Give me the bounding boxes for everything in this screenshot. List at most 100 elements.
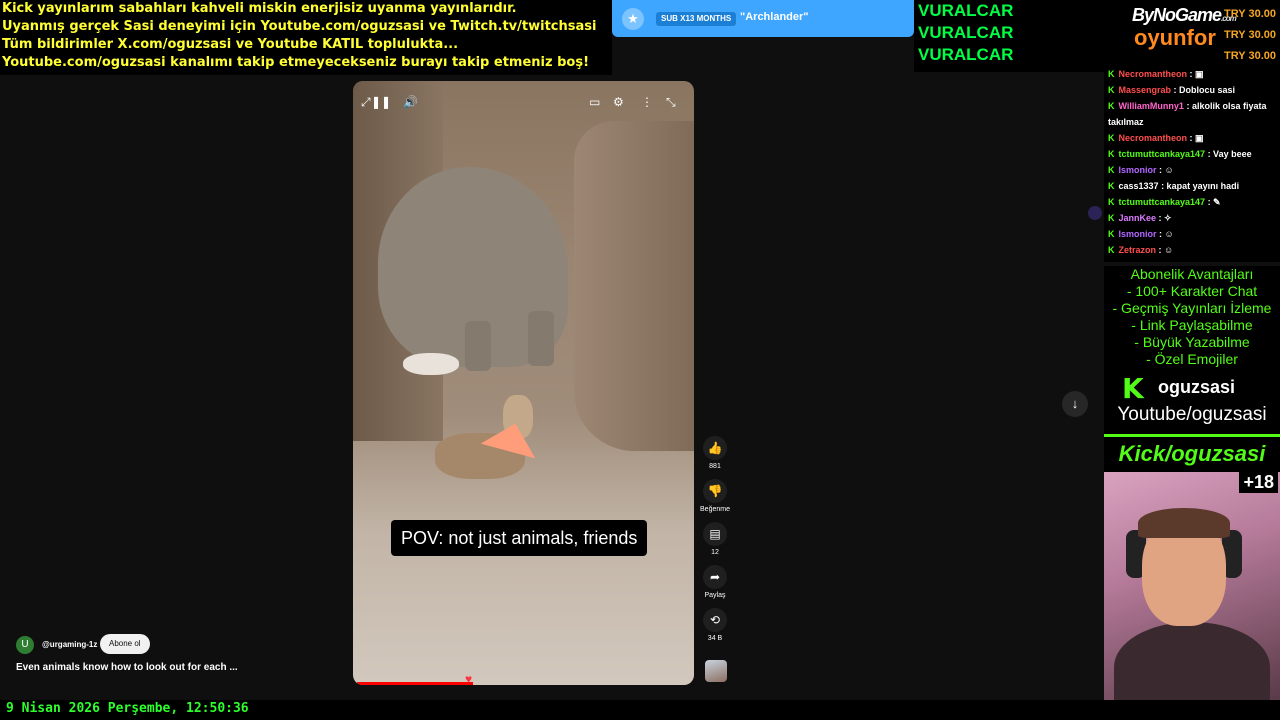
webcam: +18 [1104, 472, 1280, 700]
chat-bubble-icon [1088, 206, 1102, 220]
subscription-perks: Abonelik Avantajları - 100+ Karakter Cha… [1104, 266, 1280, 374]
chat-username[interactable]: Massengrab [1119, 85, 1172, 95]
perk-item: - 100+ Karakter Chat [1126, 283, 1258, 299]
star-icon: ★ [622, 8, 644, 30]
more-icon[interactable]: ⋮ [641, 95, 653, 109]
avatar[interactable]: U [16, 636, 34, 654]
remix-action[interactable]: ⟲ 34 B [697, 608, 733, 642]
chat-username[interactable]: Zetrazon [1119, 245, 1157, 255]
sponsor-text: VURALCAR [918, 45, 1014, 64]
chat-message: K Zetrazon : ☺ [1104, 242, 1280, 258]
perk-item: - Özel Emojiler [1146, 351, 1238, 367]
share-icon[interactable]: ➦ [703, 565, 727, 589]
overlay-line: Tüm bildirimler X.com/oguzsasi ve Youtub… [2, 37, 459, 52]
kick-badge-icon: K [1108, 165, 1115, 175]
bynogame-logo: ByNoGame.com [1132, 5, 1237, 25]
chat-username[interactable]: JannKee [1119, 213, 1157, 223]
settings-icon[interactable]: ⚙ [613, 95, 624, 109]
comment-icon[interactable]: ▤ [703, 522, 727, 546]
like-action[interactable]: 👍 881 [697, 436, 733, 470]
sponsor-bynogame: ByNoGame.com oyunfor TRY 30.00 TRY 30.00… [1018, 0, 1280, 72]
perk-item: - Büyük Yazabilme [1134, 334, 1250, 350]
kick-badge-icon: K [1108, 149, 1115, 159]
dislike-action[interactable]: 👎 Beğenme [697, 479, 733, 513]
oyunfor-logo: oyunfor [1134, 25, 1216, 50]
chat-text: : ✧ [1158, 213, 1172, 223]
chat-message: K Ismonior : ☺ [1104, 226, 1280, 242]
perk-item: - Link Paylaşabilme [1131, 317, 1253, 333]
kick-badge-icon: K [1108, 69, 1115, 79]
heart-icon: ♥ [464, 672, 473, 685]
kick-logo-icon: K [1122, 372, 1144, 405]
chat-message: K Necromantheon : ▣ [1104, 130, 1280, 146]
kick-badge-icon: K [1108, 85, 1115, 95]
chat-text: : kapat yayını hadi [1161, 181, 1240, 191]
sub-months-tag: SUB X13 MONTHS [656, 12, 737, 26]
comment-count: 12 [711, 549, 719, 556]
video-progress[interactable] [357, 682, 473, 685]
chat-username[interactable]: cass1337 [1119, 181, 1159, 191]
next-video-button[interactable]: ↓ [1062, 391, 1088, 417]
chat-panel: K Necromantheon : ▣ K Massengrab : Doblocu … [1104, 66, 1280, 262]
channel-name[interactable]: @urgaming-1z [42, 640, 97, 649]
comments-action[interactable]: ▤ 12 [697, 522, 733, 556]
shorts-actions: 👍 881 👎 Beğenme ▤ 12 ➦ Paylaş ⟲ 34 B [697, 436, 733, 651]
chat-message: K JannKee : ✧ [1104, 210, 1280, 226]
chat-username[interactable]: Ismonior [1119, 165, 1157, 175]
chat-username[interactable]: Necromantheon [1119, 133, 1188, 143]
chat-username[interactable]: tctumuttcankaya147 [1119, 197, 1206, 207]
chat-username[interactable]: WilliamMunny1 [1119, 101, 1184, 111]
price-list: TRY 30.00 TRY 30.00 TRY 30.00 [1224, 4, 1276, 67]
chat-text: : Doblocu sasi [1173, 85, 1236, 95]
like-icon[interactable]: 👍 [703, 436, 727, 460]
chat-text: : ☺ [1158, 245, 1174, 255]
chat-message: Ktctumuttcankaya147 : ✎ [1104, 194, 1280, 210]
subscribe-button[interactable]: Abone ol [100, 634, 150, 654]
like-count: 881 [709, 463, 721, 470]
kick-badge-icon: K [1108, 101, 1115, 111]
sponsor-vuralcar: VURALCAR VURALCAR VURALCAR [914, 0, 1018, 72]
sponsor-text: VURALCAR [918, 23, 1014, 42]
kick-badge-icon: K [1108, 197, 1115, 207]
captions-icon[interactable]: ▭ [589, 95, 600, 109]
sound-thumbnail[interactable] [705, 660, 727, 682]
volume-icon[interactable]: 🔊 [403, 95, 418, 109]
chat-message: Kcass1337 : kapat yayını hadi [1104, 178, 1280, 194]
video-description[interactable]: Even animals know how to look out for ea… [16, 662, 238, 673]
streamer-brand: K oguzsasi Youtube/oguzsasi Kick/oguzsas… [1104, 372, 1280, 476]
dislike-icon[interactable]: 👎 [703, 479, 727, 503]
overlay-line: Kick yayınlarım sabahları kahveli miskin… [2, 1, 517, 16]
bottom-bar: 9 Nisan 2026 Perşembe, 12:50:36 [0, 700, 1280, 720]
chat-message: K Necromantheon : ▣ [1104, 66, 1280, 82]
kick-badge-icon: K [1108, 245, 1115, 255]
share-action[interactable]: ➦ Paylaş [697, 565, 733, 599]
overlay-text-panel: Kick yayınlarım sabahları kahveli miskin… [0, 0, 612, 75]
chat-text: : ▣ [1189, 69, 1204, 79]
chat-text: : ☺ [1159, 229, 1174, 239]
price: TRY 30.00 [1224, 8, 1276, 20]
remix-icon[interactable]: ⟲ [703, 608, 727, 632]
sub-alert: ★ SUB X13 MONTHS "Archlander" [612, 0, 914, 37]
chat-message: K Ismonior : ☺ [1104, 162, 1280, 178]
share-label: Paylaş [704, 592, 726, 599]
kick-badge-icon: K [1108, 213, 1115, 223]
external-link-icon[interactable]: ⤢ [361, 95, 371, 110]
youtube-handle: Youtube/oguzsasi [1117, 404, 1267, 425]
dislike-label: Beğenme [700, 506, 730, 513]
pause-icon[interactable]: ❚❚ [371, 95, 391, 109]
chat-username[interactable]: Ismonior [1119, 229, 1157, 239]
perk-item: - Geçmiş Yayınları İzleme [1112, 300, 1272, 316]
date-clock: 9 Nisan 2026 Perşembe, 12:50:36 [6, 701, 249, 716]
shorts-video[interactable]: ⤢ ❚❚ 🔊 ▭ ⚙ ⋮ ⤡ POV: not just animals, fr… [353, 81, 694, 685]
kick-handle: Kick/oguzsasi [1104, 434, 1280, 471]
kick-channel-name: oguzsasi [1158, 377, 1236, 397]
kick-badge-icon: K [1108, 181, 1115, 191]
perks-title: Abonelik Avantajları [1130, 266, 1254, 282]
chat-username[interactable]: Necromantheon [1119, 69, 1188, 79]
chat-username[interactable]: tctumuttcankaya147 [1119, 149, 1206, 159]
chat-text: : Vay beee [1207, 149, 1252, 159]
sponsor-text: VURALCAR [918, 1, 1014, 20]
kick-badge-icon: K [1108, 229, 1115, 239]
collapse-icon[interactable]: ⤡ [666, 95, 676, 110]
age-rating-badge: +18 [1239, 472, 1278, 493]
